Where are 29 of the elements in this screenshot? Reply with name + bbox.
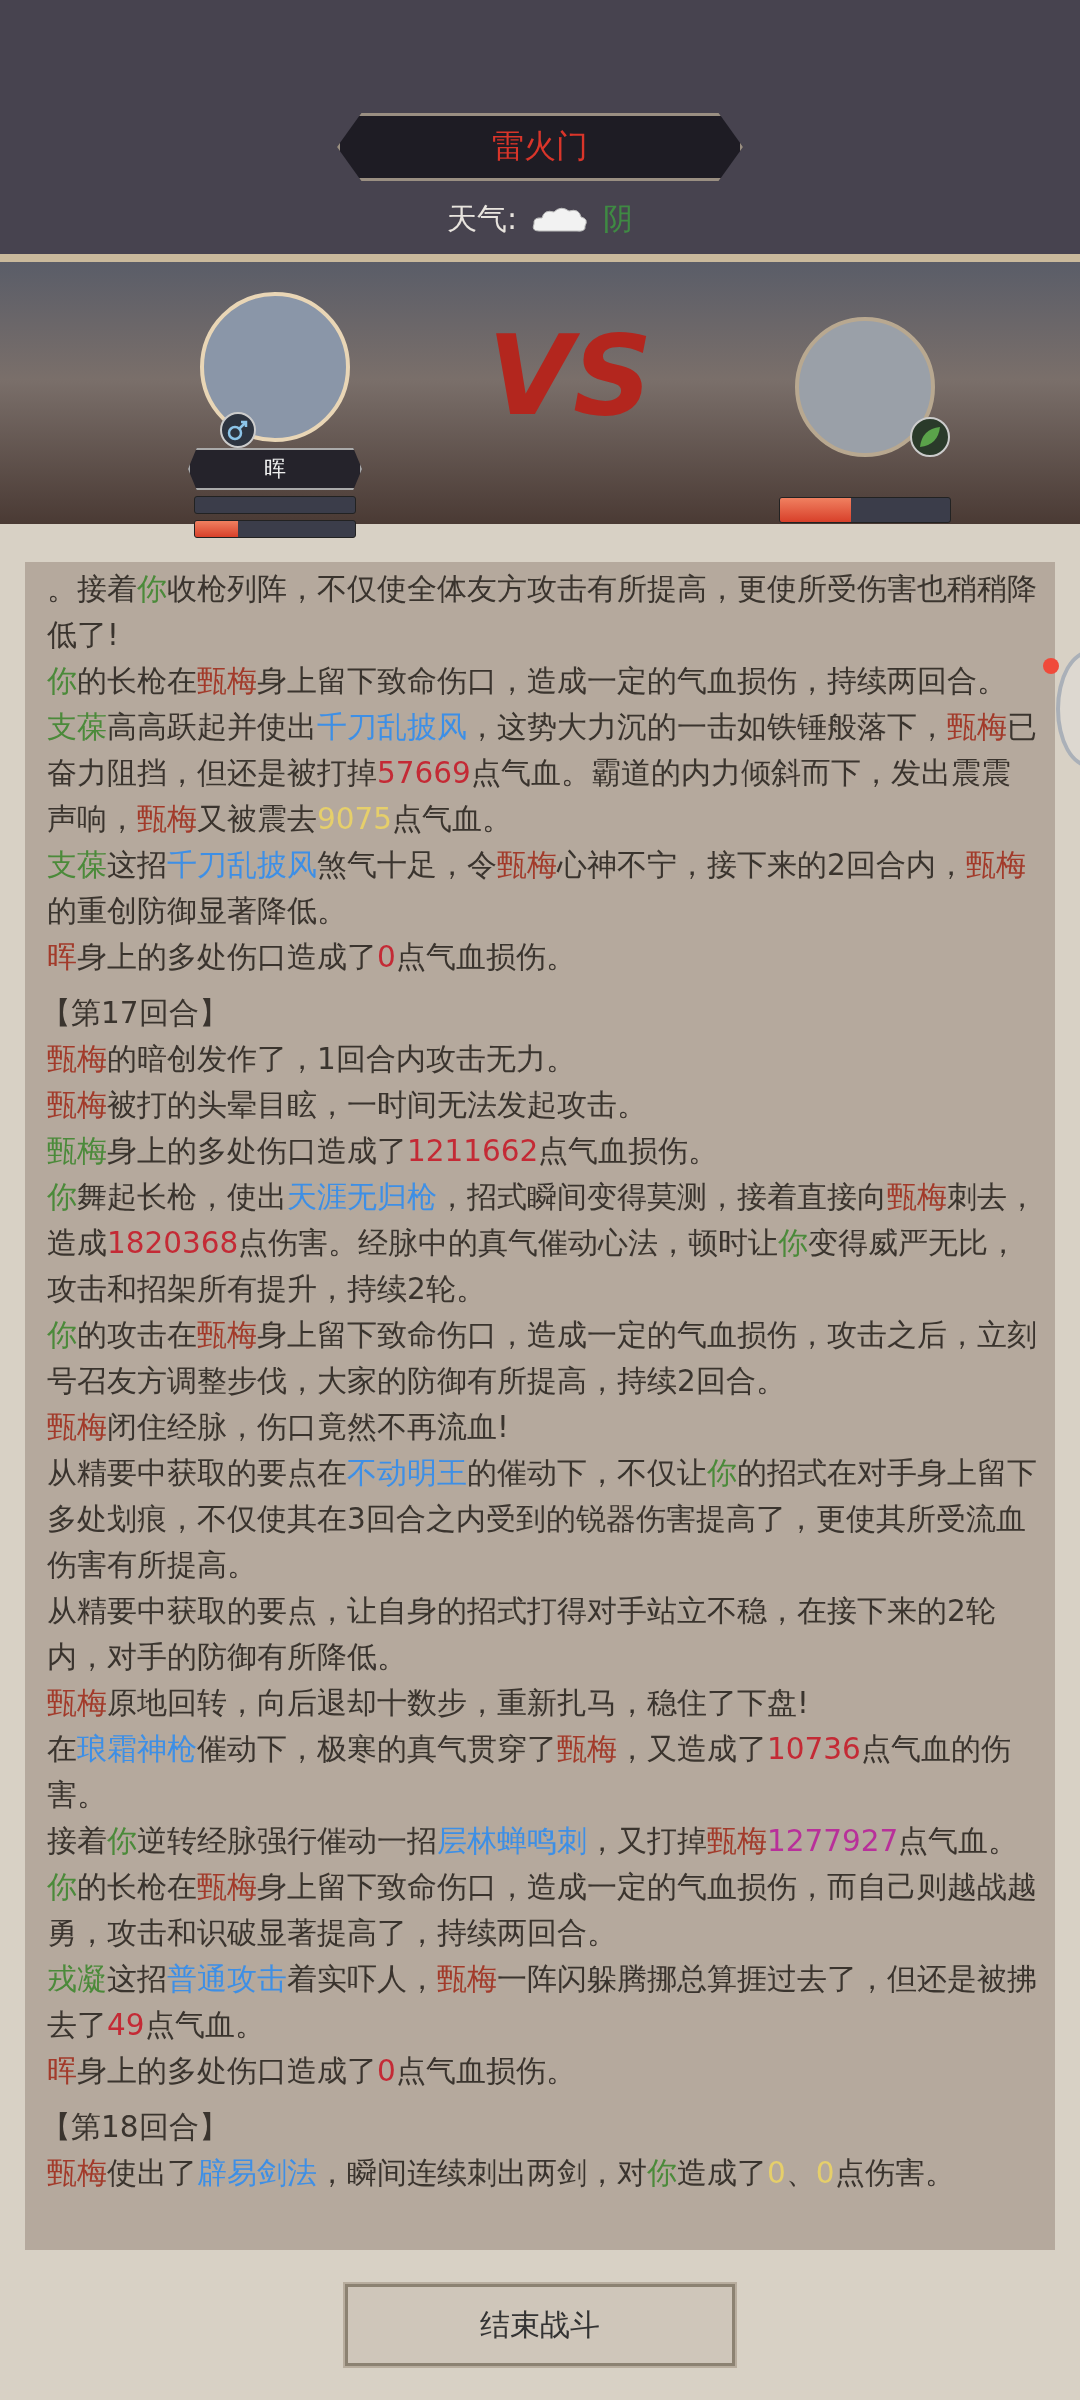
log-entry: 你的长枪在甄梅身上留下致命伤口，造成一定的气血损伤，而自己则越战越勇，攻击和识破显著提高了，持续两回合。 [47,1869,1037,1952]
log-entry: 甄梅原地回转，向后退却十数步，重新扎马，稳住了下盘! [47,1685,810,1722]
location-title: 雷火门 [337,113,743,181]
log-entry: 。接着你收枪列阵，不仅使全体友方攻击有所提高，更使所受伤害也稍稍降低了! [47,571,1037,654]
log-entry: 晖身上的多处伤口造成了 0点气血损伤。 [47,2053,577,2090]
log-entry: 甄梅的暗创发作了，1回合内攻击无力。 [47,1041,577,1078]
round-heading: 【第18回合】 [41,2109,230,2146]
log-entry: 戎凝这招普通攻击着实吓人，甄梅一阵闪躲腾挪总算捱过去了，但还是被拂去了49点气血。 [47,1961,1037,2044]
log-entry: 甄梅身上的多处伤口造成了 1211662点气血损伤。 [47,1133,720,1170]
vs-logo: VS [487,312,653,440]
end-battle-button[interactable]: 结束战斗 [345,2284,735,2366]
leaf-icon [910,417,950,457]
log-entry: 在琅霜神枪催动下，极寒的真气贯穿了甄梅，又造成了 10736点气血的伤害。 [47,1731,1012,1814]
log-entry: 甄梅闭住经脉，伤口竟然不再流血! [47,1409,510,1446]
player-nameplate: 晖 [188,448,362,490]
notification-dot [1043,658,1059,674]
round-heading: 【第17回合】 [41,995,230,1032]
log-entry: 从精要中获取的要点，让自身的招式打得对手站立不稳，在接下来的2轮内，对手的防御有所降低。 [47,1593,997,1676]
log-entry: 你舞起长枪，使出天涯无归枪，招式瞬间变得莫测，接着直接向甄梅刺去，造成1820368点伤害。经脉中的真气催动心法，顿时让你变得威严无比，攻击和招架所有提升，持续2轮。 [47,1179,1037,1308]
weather-label: 天气: [446,200,518,238]
log-entry: 晖身上的多处伤口造成了 0点气血损伤。 [47,939,577,976]
weather-value: 阴 [603,200,634,238]
log-entry: 支葆这招千刀乱披风煞气十足，令甄梅心神不宁，接下来的2回合内，甄梅 的重创防御显著降低。 [47,847,1027,930]
log-entry: 从精要中获取的要点在不动明王的催动下，不仅让你的招式在对手身上留下多处划痕，不仅使其在3回合之内受到的锐器伤害提高了，更使其所受流血伤害有所提高。 [47,1455,1037,1584]
male-symbol-icon [220,412,256,448]
log-entry: 你的长枪在甄梅身上留下致命伤口，造成一定的气血损伤，持续两回合。 [47,663,1008,700]
log-entry: 你的攻击在甄梅身上留下致命伤口，造成一定的气血损伤，攻击之后，立刻号召友方调整步伐，大家的防御有所提高，持续2回合。 [47,1317,1037,1400]
log-entry: 甄梅被打的头晕目眩，一时间无法发起攻击。 [47,1087,648,1124]
log-entry: 接着你逆转经脉强行催动一招层林蝉鸣刺，又打掉甄梅1277927点气血。 [47,1823,1020,1860]
